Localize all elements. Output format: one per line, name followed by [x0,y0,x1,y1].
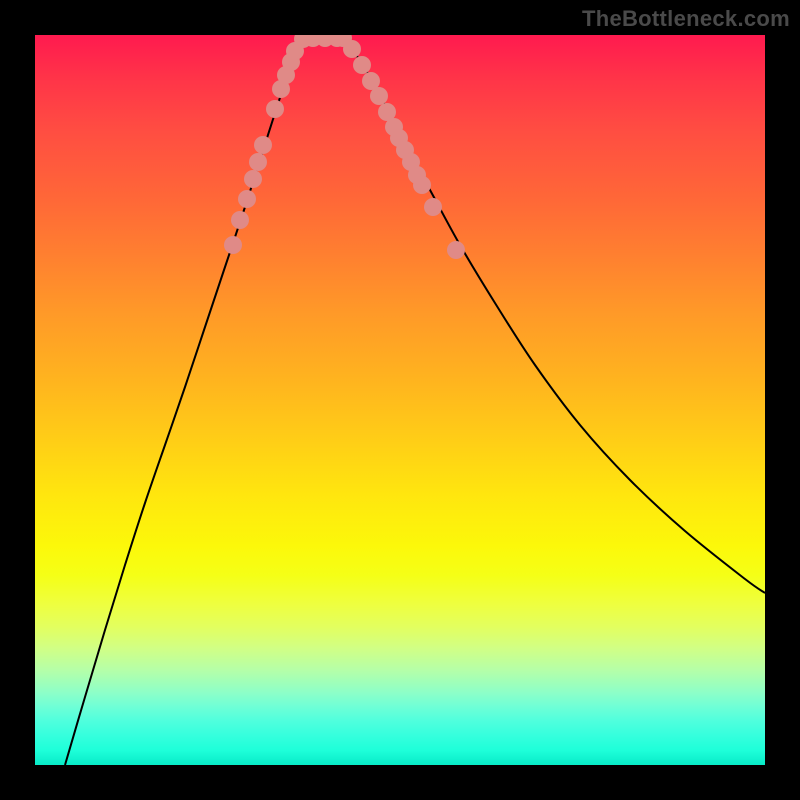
marker-dot [424,198,442,216]
plot-area [35,35,765,765]
marker-dot [244,170,262,188]
chart-svg [35,35,765,765]
marker-dot [238,190,256,208]
marker-dot [413,176,431,194]
marker-dot [353,56,371,74]
curve-line [65,35,765,765]
marker-dot [224,236,242,254]
curve-path [65,35,765,765]
marker-dot [254,136,272,154]
watermark-text: TheBottleneck.com [582,6,790,32]
marker-dot [231,211,249,229]
marker-dot [447,241,465,259]
marker-dot [249,153,267,171]
marker-dot [370,87,388,105]
marker-dot [266,100,284,118]
marker-dot [343,40,361,58]
scatter-markers [224,35,465,259]
